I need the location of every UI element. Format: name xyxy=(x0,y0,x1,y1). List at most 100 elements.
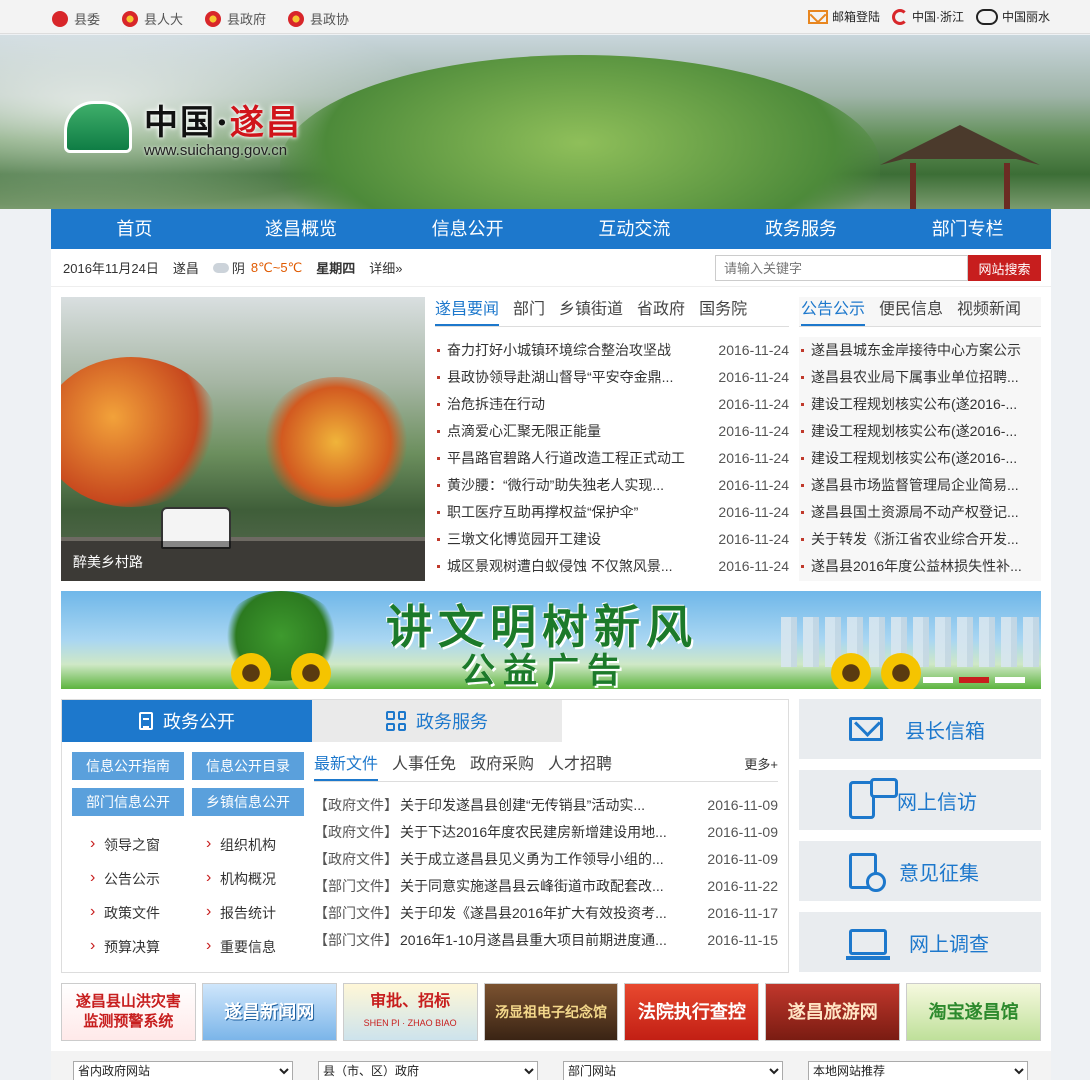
news-date: 2016-11-24 xyxy=(718,342,789,358)
info-disclosure-guide-button[interactable]: 信息公开指南 xyxy=(72,752,184,780)
file-tag: 【政府文件】 xyxy=(314,824,398,840)
list-item: 建设工程规划核实公布(遂2016-... xyxy=(799,418,1041,445)
more-link[interactable]: 更多+ xyxy=(744,752,778,781)
link-agency-overview[interactable]: 机构概况 xyxy=(202,867,306,890)
news-title[interactable]: 点滴爱心汇聚无限正能量 xyxy=(447,418,709,445)
news-title[interactable]: 城区景观树遭白蚁侵蚀 不仅煞风景... xyxy=(447,553,709,580)
suichang-logo-icon xyxy=(64,101,132,153)
nav-departments[interactable]: 部门专栏 xyxy=(884,209,1051,249)
info-disclosure-catalog-button[interactable]: 信息公开目录 xyxy=(192,752,304,780)
tab-gov-disclosure[interactable]: 政务公开 xyxy=(62,700,312,742)
link-budget[interactable]: 预算决算 xyxy=(86,935,202,958)
list-item: 遂昌县农业局下属事业单位招聘... xyxy=(799,364,1041,391)
link-tang-xianzu-museum[interactable]: 汤显祖电子纪念馆 xyxy=(483,983,619,1041)
notice-title[interactable]: 建设工程规划核实公布(遂2016-... xyxy=(811,445,1041,472)
sunflower-icon xyxy=(231,653,271,689)
search-input[interactable] xyxy=(715,255,968,281)
public-service-ad[interactable]: 讲文明树新风 公益广告 xyxy=(61,591,1041,689)
nav-overview[interactable]: 遂昌概览 xyxy=(218,209,385,249)
search-button[interactable]: 网站搜索 xyxy=(968,255,1041,281)
link-important-info[interactable]: 重要信息 xyxy=(202,935,306,958)
header-banner: 中国·遂昌 www.suichang.gov.cn xyxy=(0,35,1090,209)
site-logo[interactable]: 中国·遂昌 www.suichang.gov.cn xyxy=(64,95,302,159)
link-announcements[interactable]: 公告公示 xyxy=(86,867,202,890)
link-leaders[interactable]: 领导之窗 xyxy=(86,833,202,856)
tab-announcements[interactable]: 公告公示 xyxy=(801,297,866,326)
tab-departments[interactable]: 部门 xyxy=(513,297,545,326)
link-lishui[interactable]: 中国丽水 xyxy=(975,8,1050,25)
file-tag: 【部门文件】 xyxy=(314,932,398,948)
online-petition-button[interactable]: 网上信访 xyxy=(799,770,1041,830)
nav-gov-services[interactable]: 政务服务 xyxy=(718,209,885,249)
news-title[interactable]: 平昌路官碧路人行道改造工程正式动工 xyxy=(447,445,709,472)
notice-title[interactable]: 建设工程规划核实公布(遂2016-... xyxy=(811,418,1041,445)
county-gov-sites-select[interactable]: 县（市、区）政府 xyxy=(318,1061,538,1080)
ad-indicator-2[interactable] xyxy=(959,677,989,683)
ad-indicator-1[interactable] xyxy=(923,677,953,683)
link-approval-bidding[interactable]: 审批、招标 SHEN PI · ZHAO BIAO xyxy=(342,983,478,1041)
department-sites-select[interactable]: 部门网站 xyxy=(563,1061,783,1080)
notice-title[interactable]: 遂昌县农业局下属事业单位招聘... xyxy=(811,364,1041,391)
tab-public-info[interactable]: 便民信息 xyxy=(879,297,943,326)
town-info-button[interactable]: 乡镇信息公开 xyxy=(192,788,304,816)
link-court-enforcement[interactable]: 法院执行查控 xyxy=(624,983,760,1041)
local-sites-select[interactable]: 本地网站推荐 xyxy=(808,1061,1028,1080)
ad-indicator-3[interactable] xyxy=(995,677,1025,683)
slider-caption-bar: 醉美乡村路 xyxy=(61,541,425,581)
link-cppcc[interactable]: 县政协 xyxy=(288,9,349,28)
link-suichang-news-site[interactable]: 遂昌新闻网 xyxy=(201,983,337,1041)
link-county-government[interactable]: 县政府 xyxy=(205,9,266,28)
tab-appointments[interactable]: 人事任免 xyxy=(392,752,456,781)
news-date: 2016-11-24 xyxy=(718,396,789,412)
notice-title[interactable]: 遂昌县国土资源局不动产权登记... xyxy=(811,499,1041,526)
weather-detail-link[interactable]: 详细» xyxy=(369,258,402,277)
news-title[interactable]: 奋力打好小城镇环境综合整治攻坚战 xyxy=(447,337,709,364)
link-peoples-congress[interactable]: 县人大 xyxy=(122,9,183,28)
link-county-committee[interactable]: 县委 xyxy=(52,9,100,28)
nav-interaction[interactable]: 互动交流 xyxy=(551,209,718,249)
link-zhejiang[interactable]: 中国·浙江 xyxy=(891,8,964,25)
tab-procurement[interactable]: 政府采购 xyxy=(470,752,534,781)
file-title: 关于下达2016年度农民建房新增建设用地... xyxy=(400,824,667,840)
notice-title[interactable]: 遂昌县城东金岸接待中心方案公示 xyxy=(811,337,1041,364)
tab-video-news[interactable]: 视频新闻 xyxy=(957,297,1021,326)
tab-towns[interactable]: 乡镇街道 xyxy=(559,297,623,326)
link-policy-docs[interactable]: 政策文件 xyxy=(86,901,202,924)
notice-title[interactable]: 建设工程规划核实公布(遂2016-... xyxy=(811,391,1041,418)
nav-home[interactable]: 首页 xyxy=(51,209,218,249)
tab-state-council[interactable]: 国务院 xyxy=(699,297,747,326)
weather-temp: 8℃~5℃ xyxy=(250,259,303,275)
notice-title[interactable]: 遂昌县市场监督管理局企业简易... xyxy=(811,472,1041,499)
tab-recruitment[interactable]: 人才招聘 xyxy=(548,752,612,781)
notice-title[interactable]: 关于转发《浙江省农业综合开发... xyxy=(811,526,1041,553)
list-item: 遂昌县城东金岸接待中心方案公示 xyxy=(799,337,1041,364)
mayor-mailbox-button[interactable]: 县长信箱 xyxy=(799,699,1041,759)
news-title[interactable]: 三墩文化博览园开工建设 xyxy=(447,526,709,553)
dept-info-button[interactable]: 部门信息公开 xyxy=(72,788,184,816)
file-date: 2016-11-17 xyxy=(707,905,778,921)
news-title[interactable]: 职工医疗互助再撑权益“保护伞” xyxy=(447,499,709,526)
link-mail-login[interactable]: 邮箱登陆 xyxy=(807,8,880,25)
tab-suichang-news[interactable]: 遂昌要闻 xyxy=(435,297,500,326)
provincial-gov-sites-select[interactable]: 省内政府网站 xyxy=(73,1061,293,1080)
tab-gov-services[interactable]: 政务服务 xyxy=(312,700,562,742)
news-title[interactable]: 治危拆违在行动 xyxy=(447,391,709,418)
notice-title[interactable]: 遂昌县2016年度公益林损失性补... xyxy=(811,553,1041,580)
list-item: 城区景观树遭白蚁侵蚀 不仅煞风景... 2016-11-24 xyxy=(435,553,789,580)
link-organization[interactable]: 组织机构 xyxy=(202,833,306,856)
nav-info-disclosure[interactable]: 信息公开 xyxy=(384,209,551,249)
online-survey-button[interactable]: 网上调查 xyxy=(799,912,1041,972)
link-reports[interactable]: 报告统计 xyxy=(202,901,306,924)
opinion-collection-button[interactable]: 意见征集 xyxy=(799,841,1041,901)
news-title[interactable]: 黄沙腰：“微行动”助失独老人实现... xyxy=(447,472,709,499)
news-title[interactable]: 县政协领导赴湖山督导“平安夺金鼎... xyxy=(447,364,709,391)
link-taobao-suichang[interactable]: 淘宝遂昌馆 xyxy=(906,983,1042,1041)
link-suichang-tourism[interactable]: 遂昌旅游网 xyxy=(765,983,901,1041)
news-date: 2016-11-24 xyxy=(718,477,789,493)
photo-slider[interactable]: 醉美乡村路 xyxy=(61,297,425,581)
party-emblem-icon xyxy=(52,10,68,27)
tab-latest-files[interactable]: 最新文件 xyxy=(314,752,379,781)
national-emblem-icon xyxy=(205,10,222,27)
tab-provincial-gov[interactable]: 省政府 xyxy=(637,297,685,326)
link-flood-warning[interactable]: 遂昌县山洪灾害 监测预警系统 xyxy=(61,983,196,1041)
